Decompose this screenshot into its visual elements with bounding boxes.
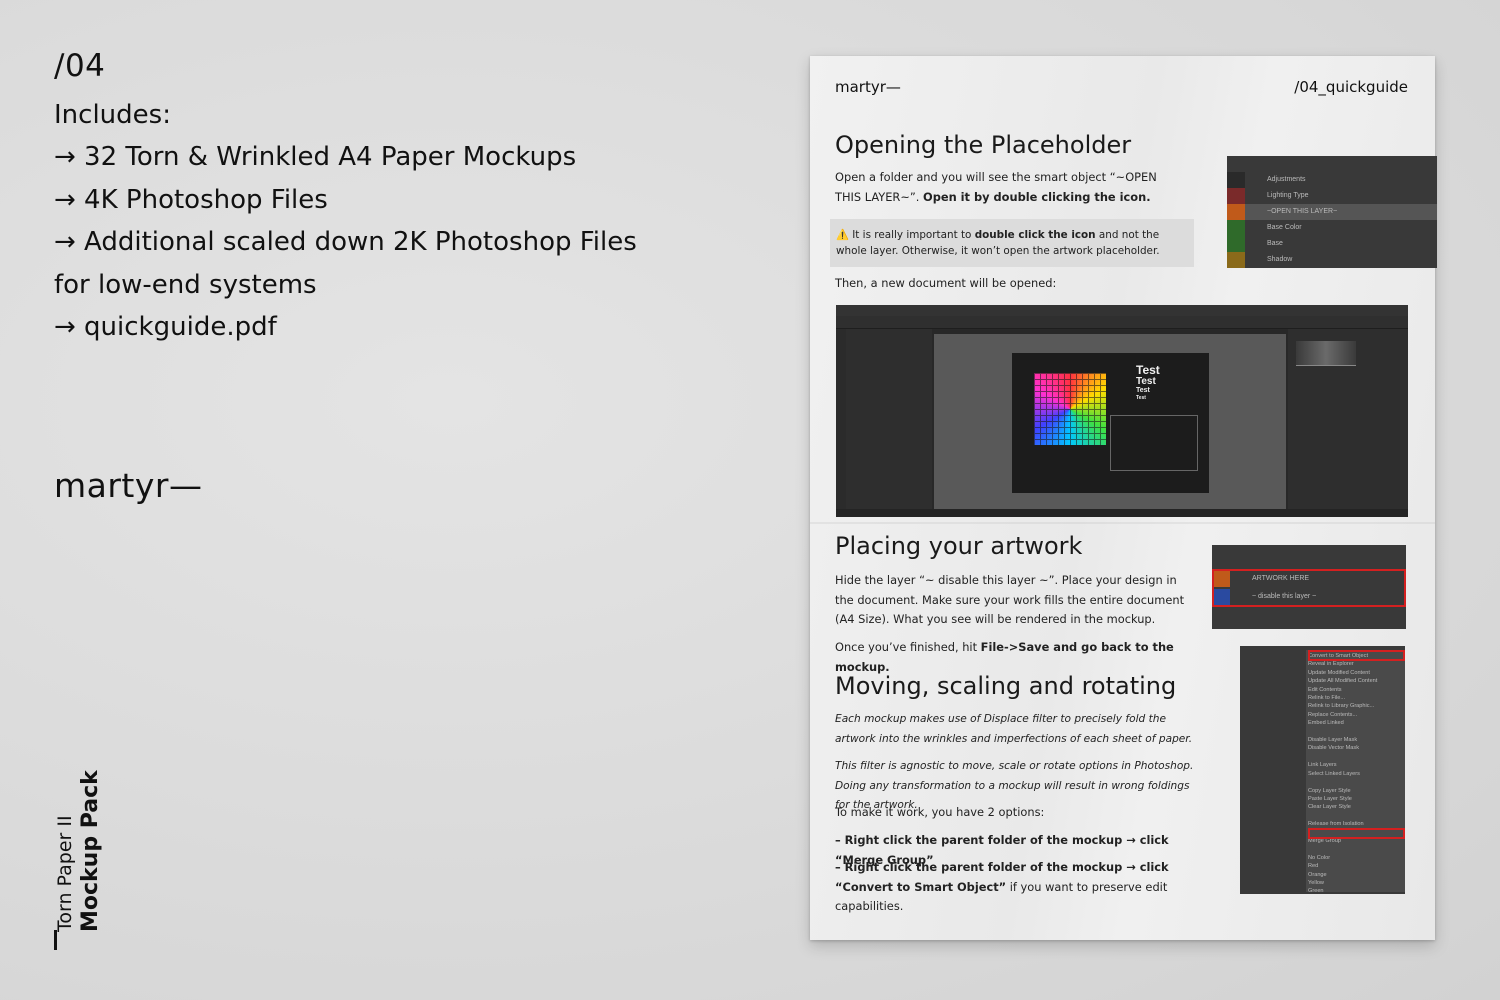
section-text: Hide the layer “~ disable this layer ~”.… <box>835 573 1185 626</box>
section-title: Placing your artwork <box>835 532 1083 560</box>
highlight-convert <box>1308 650 1405 661</box>
paper-brand: martyr— <box>835 78 901 96</box>
context-menu-item <box>1308 753 1404 761</box>
layers-panel-screenshot: Adjustments Lighting Type ~OPEN THIS LAYER… <box>1227 156 1437 268</box>
include-item: → 4K Photoshop Files <box>54 184 328 215</box>
warning-text: ⚠️ It is really important to double clic… <box>836 229 1160 257</box>
context-menu: Convert to Smart Object Reveal in Explore… <box>1308 652 1404 894</box>
context-menu-item: Red <box>1308 863 1319 870</box>
section-text: – Right click the parent folder of the m… <box>835 860 1169 913</box>
section-title: Moving, scaling and rotating <box>835 672 1177 700</box>
layer-label: Shadow <box>1267 256 1293 263</box>
layer-label: Lighting Type <box>1267 192 1309 199</box>
pack-number: /04 <box>54 48 106 84</box>
context-menu-item: Reveal in Explorer <box>1308 661 1354 668</box>
context-menu-item: Copy Layer Style <box>1308 787 1351 794</box>
include-item: → 32 Torn & Wrinkled A4 Paper Mockups <box>54 142 577 172</box>
paper-sheet: martyr— /04_quickguide Opening the Place… <box>810 56 1437 940</box>
ps-options-bar <box>836 316 1408 329</box>
warning-box: ⚠️ It is really important to double clic… <box>830 219 1194 267</box>
section-text: Each mockup makes use of Displace filter… <box>835 713 1193 745</box>
layer-row: Base <box>1227 236 1437 252</box>
brand-logo: martyr— <box>54 466 203 505</box>
context-menu-item <box>1308 778 1404 786</box>
section-title: Opening the Placeholder <box>835 131 1132 159</box>
eye-icon <box>1227 220 1245 236</box>
context-menu-item: Paste Layer Style <box>1308 795 1352 802</box>
context-menu-item <box>1308 812 1404 820</box>
ps-statusbar <box>836 509 1408 517</box>
paper-fold <box>810 522 1435 524</box>
layer-row: Lighting Type <box>1227 188 1437 204</box>
eye-icon <box>1227 172 1245 188</box>
layer-row: Base Color <box>1227 220 1437 236</box>
section-text: Open a folder and you will see the smart… <box>835 170 1157 204</box>
context-menu-item: Yellow <box>1308 879 1324 886</box>
context-menu-item: Relink to Library Graphic... <box>1308 703 1375 710</box>
photoshop-screenshot: Test Test Test Test <box>836 305 1408 517</box>
highlight-merge <box>1308 828 1405 839</box>
layer-label: Adjustments <box>1267 176 1306 183</box>
highlight-layers <box>1212 569 1406 607</box>
paper-guide-label: /04_quickguide <box>1294 78 1408 96</box>
color-grid <box>1034 373 1106 445</box>
context-menu-item: Disable Vector Mask <box>1308 745 1359 752</box>
context-menu-item: Link Layers <box>1308 762 1337 769</box>
eye-icon <box>1227 236 1245 252</box>
section-text: To make it work, you have 2 options: <box>835 805 1045 819</box>
include-item: → quickguide.pdf <box>54 312 277 342</box>
context-menu-item: Embed Linked <box>1308 720 1344 727</box>
layer-label: ~OPEN THIS LAYER~ <box>1267 208 1338 215</box>
ps-right-panel <box>1288 329 1408 509</box>
vertical-title-line2: Mockup Pack <box>78 770 103 932</box>
ps-document: Test Test Test Test <box>1012 353 1209 493</box>
layer-row: ~OPEN THIS LAYER~ <box>1227 204 1437 220</box>
context-menu-item: Orange <box>1308 871 1327 878</box>
include-item: for low-end systems <box>54 269 317 300</box>
layer-label: Base Color <box>1267 224 1302 231</box>
context-menu-item: Replace Contents... <box>1308 711 1358 718</box>
section-text: Then, a new document will be opened: <box>835 276 1057 290</box>
eye-icon <box>1227 252 1245 268</box>
layer-row: Adjustments <box>1227 172 1437 188</box>
includes-title: Includes: <box>54 100 171 130</box>
context-menu-item: No Color <box>1308 854 1331 861</box>
context-menu-item <box>1308 728 1404 736</box>
vertical-title: Torn Paper II Mockup Pack <box>46 758 110 950</box>
context-menu-item: Update Modified Content <box>1308 669 1370 676</box>
eye-icon <box>1227 204 1245 220</box>
context-menu-screenshot: Convert to Smart Object Reveal in Explore… <box>1240 646 1405 894</box>
context-menu-item: Green <box>1308 888 1324 894</box>
vertical-bar <box>54 930 57 950</box>
ps-menubar <box>836 305 1408 316</box>
context-menu-item <box>1308 845 1404 853</box>
left-column: /04 Includes: → 32 Torn & Wrinkled A4 Pa… <box>54 44 734 349</box>
ps-toolbar <box>836 329 846 517</box>
layers-panel-screenshot-2: ARTWORK HERE ~ disable this layer ~ <box>1212 545 1406 629</box>
context-menu-item: Select Linked Layers <box>1308 770 1360 777</box>
context-menu-item: Edit Contents <box>1308 686 1342 693</box>
ps-properties-panel <box>846 329 932 509</box>
histogram <box>1296 341 1356 366</box>
vertical-title-line1: Torn Paper II <box>54 815 76 932</box>
layer-row: Shadow <box>1227 252 1437 268</box>
context-menu-item: Relink to File... <box>1308 695 1345 702</box>
eye-icon <box>1227 188 1245 204</box>
context-menu-item: Disable Layer Mask <box>1308 737 1358 744</box>
room-drawing <box>1110 415 1198 471</box>
context-menu-item: Update All Modified Content <box>1308 678 1378 685</box>
layer-label: Base <box>1267 240 1283 247</box>
context-menu-item: Clear Layer Style <box>1308 804 1351 811</box>
include-item: → Additional scaled down 2K Photoshop Fi… <box>54 227 637 257</box>
ps-test-text: Test Test Test Test <box>1136 363 1160 401</box>
